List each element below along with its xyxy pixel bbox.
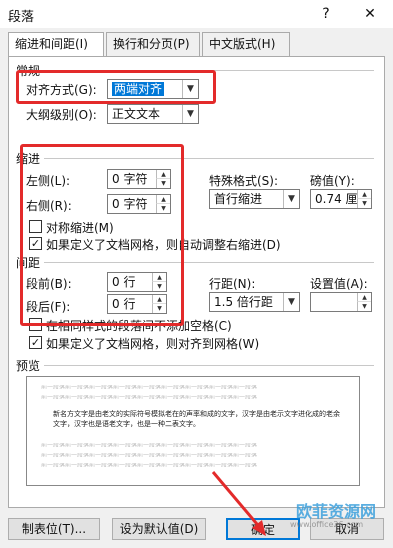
watermark-logo: 欧菲资源网 bbox=[296, 502, 377, 521]
annotation-arrow-icon bbox=[211, 471, 266, 536]
watermark-url: www.office26.com bbox=[290, 520, 364, 529]
paragraph-dialog: 段落 ? ✕ 缩进和间距(I) 换行和分页(P) 中文版式(H) 常规 对齐方式… bbox=[0, 0, 393, 548]
